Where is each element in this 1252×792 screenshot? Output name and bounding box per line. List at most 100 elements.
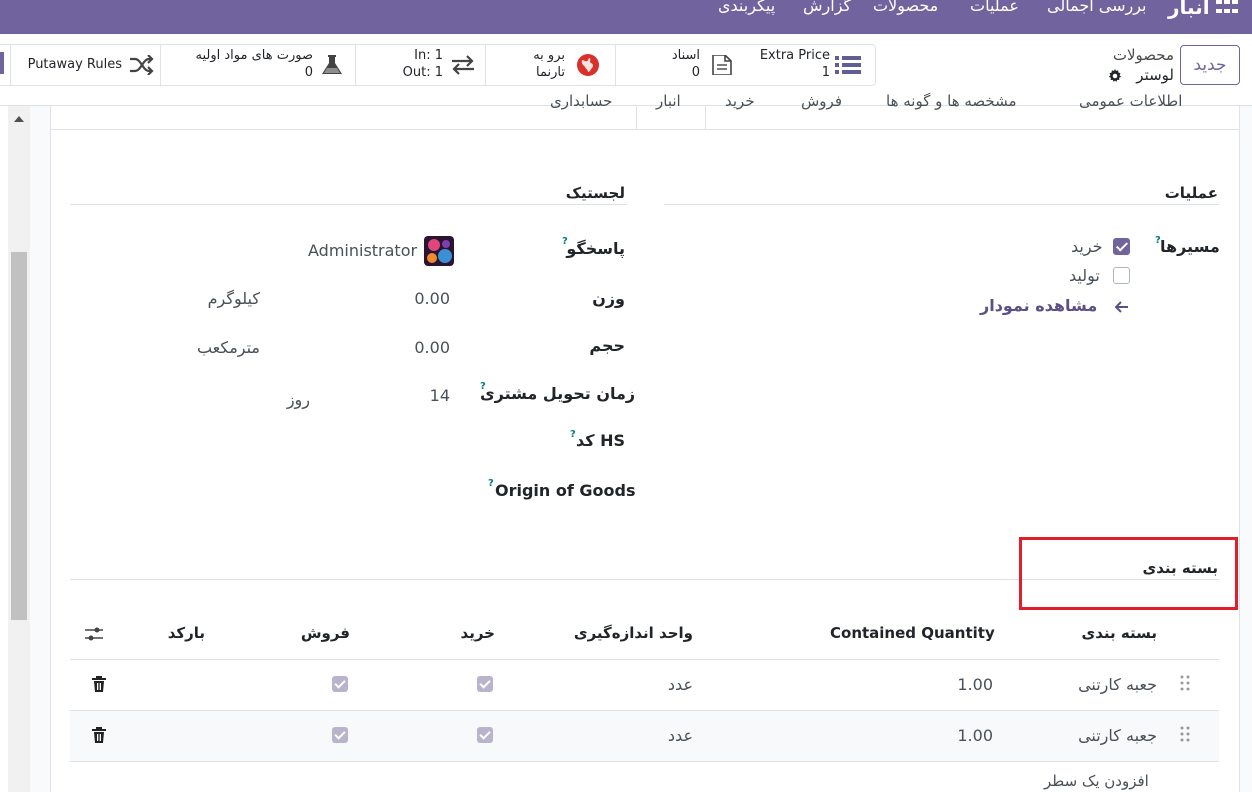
weight-unit: کیلوگرم — [207, 289, 260, 308]
col-packaging[interactable]: بسته بندی — [1060, 624, 1157, 642]
tabs-divider — [50, 129, 1240, 130]
sales-checkbox[interactable] — [332, 676, 348, 692]
app-brand[interactable]: انبار — [1168, 0, 1210, 19]
lead-time-unit: روز — [286, 390, 310, 409]
routes-label: مسیرها — [1160, 237, 1220, 256]
operations-divider — [664, 204, 1219, 205]
shuffle-icon — [130, 55, 154, 75]
smart-button-label: Putaway Rules — [27, 57, 122, 72]
route-purchase-label[interactable]: خرید — [1071, 237, 1103, 256]
help-icon[interactable]: ? — [570, 429, 576, 440]
purchase-checkbox[interactable] — [477, 727, 493, 743]
col-sales[interactable]: فروش — [290, 624, 350, 642]
responsible-label: پاسخگو — [566, 239, 625, 258]
smart-button-value: 0 — [304, 65, 313, 80]
scroll-up-icon[interactable] — [14, 116, 24, 122]
tab-attributes-variants[interactable]: مشخصه ها و گونه ها — [886, 92, 1017, 110]
scroll-thumb[interactable] — [11, 252, 27, 620]
lead-time-label: زمان تحویل مشتری — [480, 384, 636, 403]
smart-button-label: Extra Price — [759, 48, 830, 63]
trash-icon[interactable] — [92, 676, 106, 692]
avatar — [424, 236, 454, 266]
cell-uom[interactable]: عدد — [620, 675, 693, 694]
row-divider — [70, 761, 1219, 762]
route-purchase-checkbox[interactable] — [1113, 238, 1130, 255]
gear-icon[interactable] — [1108, 69, 1122, 83]
weight-label: وزن — [592, 289, 625, 308]
new-button[interactable]: جدید — [1180, 45, 1240, 85]
list-icon — [835, 56, 861, 74]
cell-packaging-name[interactable]: جعبه کارتنی — [1060, 726, 1157, 745]
flask-icon — [322, 55, 342, 74]
smart-button-documents[interactable]: اسناد 0 — [615, 45, 745, 85]
smart-button-value: 1 — [821, 65, 830, 80]
sales-checkbox[interactable] — [332, 727, 348, 743]
smart-button-label: برو به — [533, 48, 565, 63]
logistics-divider — [70, 204, 627, 205]
highlight-box — [1019, 537, 1238, 610]
smart-button-website[interactable]: برو به تارنما — [485, 45, 615, 85]
lead-time-value[interactable]: 14 — [420, 386, 450, 405]
drag-handle-icon[interactable] — [1180, 675, 1190, 691]
smart-buttons: Extra Price 1 اسناد 0 برو به تارنما In: … — [0, 44, 876, 86]
top-navbar: انبار بررسی اجمالی عملیات محصولات گزارش … — [0, 0, 1252, 34]
help-icon[interactable]: ? — [1155, 235, 1161, 246]
volume-unit: مترمکعب — [196, 338, 260, 357]
menu-configuration[interactable]: پیکربندی — [718, 0, 775, 15]
operations-title: عملیات — [1164, 184, 1218, 202]
breadcrumb-parent[interactable]: محصولات — [1104, 46, 1174, 64]
trash-icon[interactable] — [92, 727, 106, 743]
menu-overview[interactable]: بررسی اجمالی — [1047, 0, 1147, 15]
tab-purchase[interactable]: خرید — [725, 92, 755, 110]
smart-button-extra-price[interactable]: Extra Price 1 — [745, 45, 875, 85]
hs-code-label: کد HS — [575, 431, 625, 450]
route-manufacture-checkbox[interactable] — [1113, 267, 1130, 284]
cell-uom[interactable]: عدد — [620, 726, 693, 745]
help-icon[interactable]: ? — [480, 381, 486, 392]
help-icon[interactable]: ? — [562, 236, 568, 247]
menu-operations[interactable]: عملیات — [970, 0, 1019, 15]
cell-packaging-name[interactable]: جعبه کارتنی — [1060, 675, 1157, 694]
document-icon — [712, 55, 732, 75]
volume-label: حجم — [589, 336, 625, 355]
smart-button-in-out[interactable]: In: 1 Out: 1 — [355, 45, 485, 85]
smart-button-label: اسناد — [671, 48, 700, 63]
cell-qty[interactable]: 1.00 — [900, 726, 993, 745]
control-panel: جدید محصولات لوستر Extra Price 1 اسناد 0… — [0, 34, 1252, 106]
smart-button-label: In: 1 — [414, 48, 443, 63]
cell-qty[interactable]: 1.00 — [900, 675, 993, 694]
col-contained-quantity[interactable]: Contained Quantity — [830, 624, 995, 642]
smart-button-value: تارنما — [536, 65, 565, 80]
globe-icon — [577, 54, 599, 76]
weight-value[interactable]: 0.00 — [410, 289, 450, 308]
smart-button-value: 0 — [691, 65, 700, 80]
help-icon[interactable]: ? — [488, 478, 494, 489]
smart-button-putaway-rules[interactable]: Putaway Rules — [10, 45, 160, 85]
tab-inventory[interactable]: انبار — [656, 92, 681, 110]
responsible-value[interactable]: Administrator — [308, 241, 417, 260]
transfer-arrows-icon — [452, 55, 474, 75]
col-barcode[interactable]: بارکد — [150, 624, 205, 642]
tab-sales[interactable]: فروش — [801, 92, 842, 110]
logistics-title: لجستیک — [565, 184, 625, 202]
smart-button-label: صورت های مواد اولیه — [195, 48, 313, 63]
smart-button-value: Out: 1 — [402, 65, 443, 80]
volume-value[interactable]: 0.00 — [410, 338, 450, 357]
route-manufacture-label[interactable]: تولید — [1069, 266, 1100, 285]
menu-reporting[interactable]: گزارش — [803, 0, 851, 15]
add-line-link[interactable]: افزودن یک سطر — [1044, 772, 1149, 790]
col-purchase[interactable]: خرید — [440, 624, 495, 642]
drag-handle-icon[interactable] — [1180, 726, 1190, 742]
smart-button-bom[interactable]: صورت های مواد اولیه 0 — [160, 45, 355, 85]
col-uom[interactable]: واحد اندازه‌گیری — [560, 624, 693, 642]
purchase-checkbox[interactable] — [477, 676, 493, 692]
menu-products[interactable]: محصولات — [873, 0, 938, 15]
origin-label: Origin of Goods — [495, 481, 636, 500]
view-diagram-link[interactable]: مشاهده نمودار — [980, 296, 1129, 318]
arrow-left-icon — [1114, 296, 1129, 318]
column-settings-icon[interactable] — [85, 626, 103, 642]
apps-menu-icon[interactable] — [1216, 0, 1238, 16]
tab-accounting[interactable]: حسابداری — [550, 92, 612, 110]
vertical-scrollbar[interactable] — [8, 106, 30, 792]
tab-general-info[interactable]: اطلاعات عمومی — [1079, 92, 1182, 110]
